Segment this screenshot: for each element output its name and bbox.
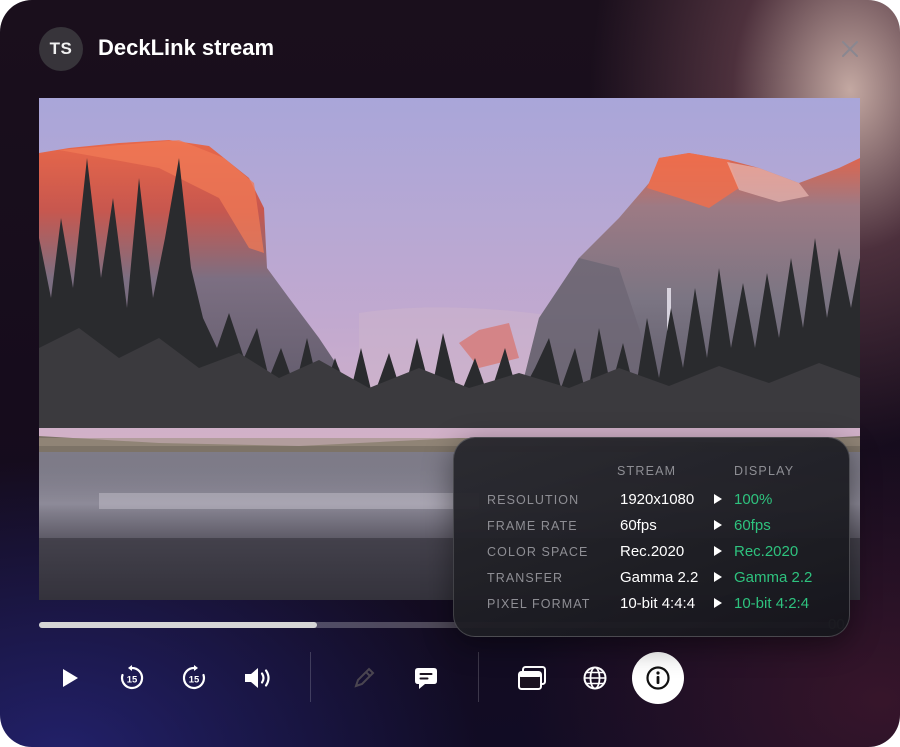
stream-value: 10-bit 4:4:4 <box>620 595 696 612</box>
player-window: TS DeckLink stream 15 15 STREAM DISPLAY … <box>0 0 900 747</box>
info-row-pixel-format: PIXEL FORMAT 10-bit 4:4:4 10-bit 4:2:4 <box>454 595 849 623</box>
stream-column-header: STREAM <box>617 464 677 478</box>
progress-fill <box>39 622 317 628</box>
arrow-right-icon <box>714 572 722 582</box>
draw-button[interactable] <box>341 655 387 701</box>
info-label: PIXEL FORMAT <box>487 597 591 611</box>
close-icon <box>842 41 858 57</box>
info-label: RESOLUTION <box>487 493 580 507</box>
stream-value: Rec.2020 <box>620 543 685 560</box>
window-button[interactable] <box>509 655 555 701</box>
info-icon <box>646 666 670 690</box>
display-column-header: DISPLAY <box>734 464 795 478</box>
arrow-right-icon <box>714 598 722 608</box>
rewind-15-label: 15 <box>127 675 138 686</box>
display-value: Rec.2020 <box>734 543 799 560</box>
window-icon <box>518 666 546 690</box>
info-row-frame-rate: FRAME RATE 60fps 60fps <box>454 517 849 545</box>
pencil-icon <box>354 667 375 688</box>
arrow-right-icon <box>714 546 722 556</box>
chat-icon <box>415 668 437 689</box>
stream-value: 60fps <box>620 517 657 534</box>
avatar: TS <box>39 27 83 71</box>
page-title: DeckLink stream <box>98 35 275 60</box>
display-value: 60fps <box>734 517 771 534</box>
stream-value: Gamma 2.2 <box>620 569 699 586</box>
forward-15-button[interactable]: 15 <box>171 655 217 701</box>
controls-divider <box>310 652 311 702</box>
forward-15-icon: 15 <box>182 665 206 690</box>
play-button[interactable] <box>47 655 93 701</box>
volume-icon <box>245 668 270 688</box>
stream-info-panel: STREAM DISPLAY RESOLUTION 1920x1080 100%… <box>453 437 850 637</box>
info-row-transfer: TRANSFER Gamma 2.2 Gamma 2.2 <box>454 569 849 597</box>
rewind-15-icon: 15 <box>120 665 144 690</box>
play-icon <box>63 669 78 687</box>
info-label: TRANSFER <box>487 571 564 585</box>
stream-value: 1920x1080 <box>620 491 695 508</box>
arrow-right-icon <box>714 494 722 504</box>
info-row-color-space: COLOR SPACE Rec.2020 Rec.2020 <box>454 543 849 571</box>
info-button[interactable] <box>632 652 684 704</box>
info-row-resolution: RESOLUTION 1920x1080 100% <box>454 491 849 519</box>
display-value: Gamma 2.2 <box>734 569 813 586</box>
controls-divider <box>478 652 479 702</box>
display-value: 100% <box>734 491 773 508</box>
info-label: COLOR SPACE <box>487 545 589 559</box>
globe-icon <box>583 666 607 690</box>
info-label: FRAME RATE <box>487 519 578 533</box>
rewind-15-button[interactable]: 15 <box>109 655 155 701</box>
chat-button[interactable] <box>403 655 449 701</box>
globe-button[interactable] <box>572 655 618 701</box>
volume-button[interactable] <box>235 655 281 701</box>
forward-15-label: 15 <box>189 675 200 686</box>
arrow-right-icon <box>714 520 722 530</box>
display-value: 10-bit 4:2:4 <box>734 595 810 612</box>
close-button[interactable] <box>838 37 862 61</box>
